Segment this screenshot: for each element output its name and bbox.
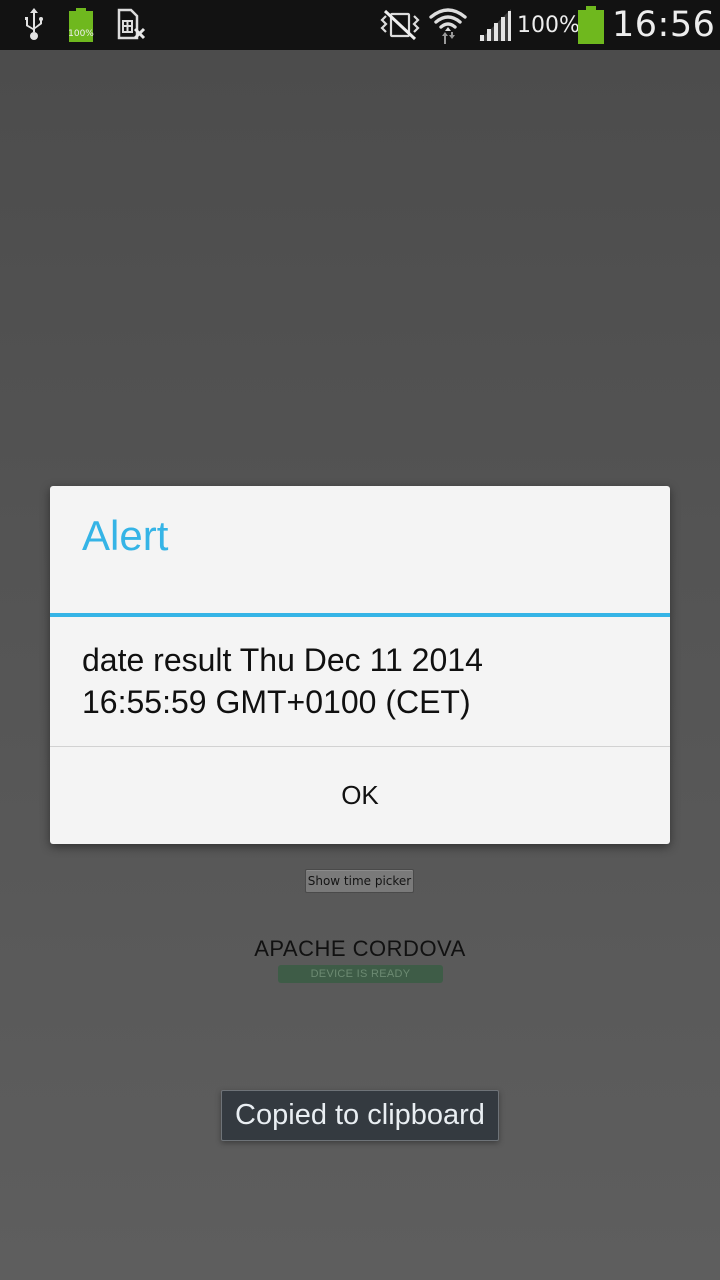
dialog-message-line-1: date result Thu Dec 11 2014 (82, 642, 483, 678)
vibrate-mute-icon (379, 0, 421, 50)
wifi-icon (428, 0, 468, 50)
battery-icon (578, 0, 604, 50)
status-bar: 100% 100% 16:56 (0, 0, 720, 50)
usb-icon (22, 0, 46, 50)
dialog-title: Alert (82, 512, 169, 559)
dialog-title-divider (50, 613, 670, 617)
mini-battery-label: 100% (68, 29, 94, 39)
alert-dialog: Alert date result Thu Dec 11 2014 16:55:… (50, 486, 670, 844)
status-time: 16:56 (612, 5, 716, 45)
cordova-title: APACHE CORDOVA (254, 936, 466, 961)
device-status-badge: DEVICE IS READY (278, 965, 443, 983)
dialog-message-line-2: 16:55:59 GMT+0100 (CET) (82, 684, 471, 720)
battery-saver-icon: 100% (66, 0, 96, 50)
signal-icon (478, 0, 512, 50)
clipboard-toast: Copied to clipboard (221, 1090, 499, 1141)
show-time-picker-button[interactable]: Show time picker (305, 869, 414, 893)
battery-percent: 100% (517, 12, 580, 38)
no-sim-icon (116, 0, 146, 50)
ok-button[interactable]: OK (50, 747, 670, 844)
dialog-message: date result Thu Dec 11 2014 16:55:59 GMT… (82, 639, 652, 723)
